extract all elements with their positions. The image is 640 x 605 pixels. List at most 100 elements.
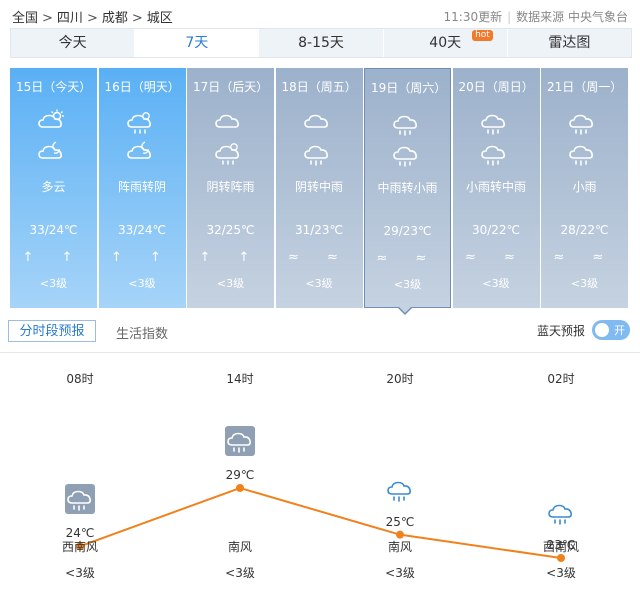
- wind-direction-icon: ≈ ≈: [288, 250, 350, 265]
- day-date: 20日（周日）: [458, 80, 534, 94]
- rain-icon: [385, 475, 415, 505]
- rain-icon: [567, 108, 597, 135]
- day-card[interactable]: 17日（后天） 阴转阵雨 32/25℃ ↑ ↑ <3级: [187, 68, 274, 308]
- hour-wind-direction: 西南风: [542, 540, 579, 554]
- update-time: 11:30更新: [443, 10, 503, 24]
- day-weather-desc: 小雨: [572, 180, 597, 194]
- day-card[interactable]: 19日（周六） 中雨转小雨 29/23℃ ≈ ≈ <3级: [364, 68, 451, 308]
- source-info: 11:30更新 | 数据来源 中央气象台: [444, 8, 628, 25]
- wind-level: <3级: [305, 277, 333, 290]
- rain-icon: [391, 109, 421, 136]
- wind-direction-icon: ↑ ↑: [199, 250, 262, 265]
- data-source: 数据来源 中央气象台: [516, 10, 628, 24]
- hour-temperature: 29℃: [225, 468, 255, 482]
- shower-icon: [213, 139, 243, 165]
- day-temperature: 31/23℃: [294, 223, 344, 237]
- breadcrumb-separator: >: [131, 11, 143, 26]
- cloudy-moon-icon: [125, 139, 155, 165]
- temperature-point: [557, 554, 565, 562]
- hour-label: 08时: [66, 372, 94, 386]
- day-date: 21日（周一）: [547, 80, 623, 94]
- wind-level: <3级: [128, 277, 156, 290]
- day-weather-desc: 阵雨转阴: [117, 180, 166, 194]
- selected-day-pointer: [398, 307, 412, 315]
- life-index-tab[interactable]: 生活指数: [116, 323, 168, 342]
- breadcrumb-item[interactable]: 全国: [12, 11, 38, 26]
- rain-icon: [225, 426, 255, 456]
- wind-level: <3级: [39, 277, 68, 290]
- tab-40days[interactable]: 40天 hot: [384, 29, 508, 57]
- day-temperature: 33/24℃: [29, 223, 78, 237]
- rain-icon: [567, 139, 597, 166]
- cloudy-icon: [213, 108, 243, 134]
- hour-wind-level: <3级: [225, 566, 255, 580]
- day-date: 18日（周五）: [281, 80, 357, 94]
- day-card[interactable]: 20日（周日） 小雨转中雨 30/22℃ ≈ ≈ <3级: [452, 68, 540, 308]
- day-temperature: 28/22℃: [560, 223, 609, 237]
- hour-label: 20时: [386, 372, 414, 386]
- wind-direction-icon: ≈ ≈: [376, 251, 439, 266]
- hour-wind-direction: 南风: [227, 540, 252, 554]
- hour-wind-level: <3级: [65, 566, 95, 580]
- tab-label: 今天: [58, 35, 87, 51]
- tab-7days[interactable]: 7天: [135, 29, 260, 57]
- hot-badge: hot: [472, 30, 493, 41]
- hour-label: 14时: [226, 372, 254, 386]
- blue-sky-label: 蓝天预报: [537, 324, 586, 338]
- hour-label: 02时: [547, 372, 575, 386]
- partly-cloudy-sun-icon: [36, 108, 66, 134]
- breadcrumb-separator: >: [42, 11, 53, 26]
- tab-label: 8-15天: [298, 35, 344, 51]
- day-temperature: 32/25℃: [206, 223, 255, 237]
- blue-sky-toggle[interactable]: 开: [592, 320, 630, 340]
- top-bar: 全国 > 四川 > 成都 > 城区 11:30更新 | 数据来源 中央气象台: [0, 0, 640, 28]
- day-card[interactable]: 16日（明天） 阵雨转阴 33/24℃ ↑ ↑ <3级: [98, 68, 186, 308]
- wind-level: <3级: [570, 277, 599, 290]
- wind-direction-icon: ↑ ↑: [22, 250, 85, 265]
- tab-label: 雷达图: [548, 35, 591, 51]
- breadcrumb-item: 城区: [146, 11, 173, 26]
- day-weather-desc: 小雨转中雨: [465, 180, 526, 194]
- tab-radar[interactable]: 雷达图: [508, 29, 631, 57]
- cloudy-icon: [302, 108, 332, 134]
- seven-day-forecast: 15日（今天） 多云 33/24℃ ↑ ↑ <3级 16日（明天） 阵雨转阴 33/24℃ ↑ …: [10, 68, 632, 308]
- hour-wind-direction: 西南风: [61, 540, 98, 554]
- day-temperature: 30/22℃: [471, 223, 521, 237]
- rain-icon: [302, 139, 332, 166]
- forecast-tabs: 今天 7天 8-15天 40天 hot 雷达图: [10, 28, 632, 58]
- wind-direction-icon: ≈ ≈: [553, 250, 616, 265]
- day-card[interactable]: 15日（今天） 多云 33/24℃ ↑ ↑ <3级: [10, 68, 97, 308]
- tab-8-15days[interactable]: 8-15天: [259, 29, 384, 57]
- breadcrumb-item[interactable]: 成都: [102, 11, 128, 26]
- breadcrumb: 全国 > 四川 > 成都 > 城区: [12, 7, 173, 26]
- wind-level: <3级: [482, 277, 510, 290]
- wind-level: <3级: [216, 277, 245, 290]
- breadcrumb-item[interactable]: 四川: [57, 11, 83, 26]
- wind-direction-icon: ↑ ↑: [111, 250, 173, 265]
- hour-wind-level: <3级: [546, 566, 576, 580]
- hour-wind-direction: 南风: [387, 540, 412, 554]
- wind-direction-icon: ≈ ≈: [465, 250, 527, 265]
- day-date: 19日（周六）: [371, 81, 447, 95]
- hour-temperature: 25℃: [385, 514, 415, 529]
- day-date: 16日（明天）: [104, 80, 180, 94]
- toggle-label: 开: [614, 324, 625, 337]
- rain-icon: [391, 140, 421, 167]
- hour-wind-level: <3级: [385, 566, 415, 580]
- temperature-point: [236, 484, 244, 492]
- tab-label: 7天: [185, 35, 209, 51]
- rain-icon: [546, 498, 576, 528]
- partly-cloudy-moon-icon: [36, 139, 66, 165]
- day-temperature: 33/24℃: [117, 223, 167, 237]
- tab-today[interactable]: 今天: [11, 29, 136, 57]
- day-weather-desc: 阴转阵雨: [206, 180, 255, 194]
- rain-icon: [65, 484, 95, 515]
- hourly-forecast-tab[interactable]: 分时段预报: [8, 320, 96, 342]
- wind-level: <3级: [393, 278, 422, 291]
- day-card[interactable]: 18日（周五） 阴转中雨 31/23℃ ≈ ≈ <3级: [275, 68, 363, 308]
- divider: |: [507, 10, 512, 24]
- toggle-knob: [595, 323, 609, 337]
- shower-icon: [125, 108, 155, 134]
- tab-label: 40天: [429, 35, 462, 51]
- day-card[interactable]: 21日（周一） 小雨 28/22℃ ≈ ≈ <3级: [541, 68, 628, 308]
